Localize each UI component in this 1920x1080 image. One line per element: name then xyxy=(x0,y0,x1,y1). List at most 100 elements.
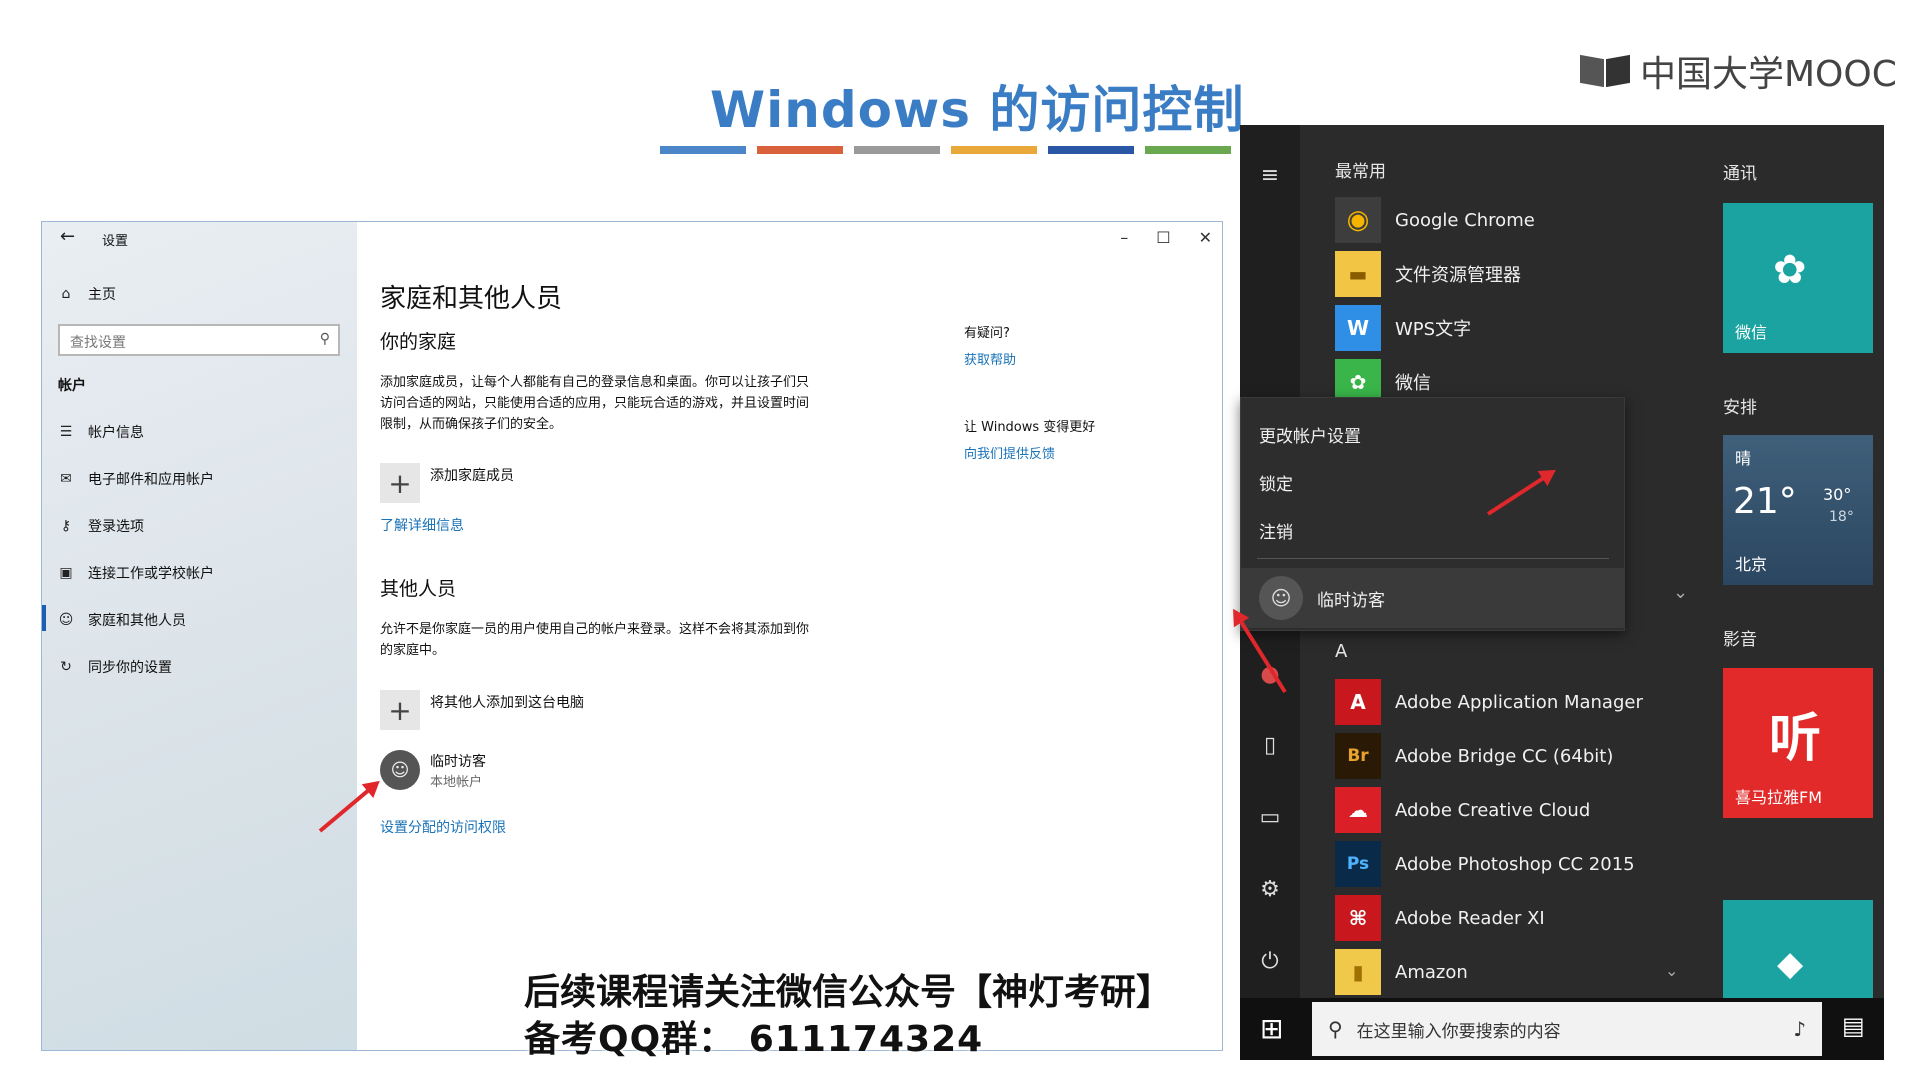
account-popup-menu: 更改帐户设置 锁定 注销 ☺ 临时访客 xyxy=(1240,397,1625,631)
app-item-wps[interactable]: W WPS文字 xyxy=(1335,303,1471,353)
mail-icon: ✉ xyxy=(60,471,72,487)
feedback-link[interactable]: 向我们提供反馈 xyxy=(964,443,1055,462)
book-logo-icon xyxy=(1580,53,1630,89)
get-help-link[interactable]: 获取帮助 xyxy=(964,349,1016,368)
app-item-file-explorer[interactable]: ▬ 文件资源管理器 xyxy=(1335,249,1521,299)
settings-window: ← 设置 ⌂ 主页 查找设置 ⚲ 帐户 ☰ 帐户信息 ✉ 电子邮件和应用帐户 ⚷… xyxy=(41,221,1223,1051)
search-placeholder: 在这里输入你要搜索的内容 xyxy=(1356,1021,1561,1042)
app-label: Adobe Creative Cloud xyxy=(1395,799,1591,821)
page-title: 家庭和其他人员 xyxy=(380,284,563,314)
learn-more-link[interactable]: 了解详细信息 xyxy=(380,515,464,535)
hamburger-icon[interactable]: ≡ xyxy=(1256,161,1284,189)
windows-start-icon[interactable]: ⊞ xyxy=(1260,1012,1283,1045)
app-item-photoshop[interactable]: Ps Adobe Photoshop CC 2015 xyxy=(1335,839,1635,889)
color-stripe-2 xyxy=(757,146,843,154)
tile-group-comm: 通讯 xyxy=(1723,164,1757,184)
active-indicator xyxy=(42,605,46,631)
document-icon[interactable]: ▯ xyxy=(1256,731,1284,759)
weather-high: 30° xyxy=(1823,485,1852,504)
weather-temp: 21° xyxy=(1733,481,1797,522)
minimize-button[interactable]: – xyxy=(1120,228,1128,247)
caption-line-2: 备考QQ群： 611174324 xyxy=(524,1019,984,1060)
assigned-access-link[interactable]: 设置分配的访问权限 xyxy=(380,817,506,837)
app-label: Adobe Photoshop CC 2015 xyxy=(1395,853,1635,875)
search-input[interactable]: 查找设置 ⚲ xyxy=(58,324,340,356)
app-item-creative-cloud[interactable]: ☁ Adobe Creative Cloud xyxy=(1335,785,1590,835)
wechat-icon: ✿ xyxy=(1773,247,1807,293)
sidebar-item-label: 家庭和其他人员 xyxy=(88,613,186,629)
app-label: 微信 xyxy=(1395,373,1431,394)
sidebar-item-work-account[interactable]: ▣ 连接工作或学校帐户 xyxy=(58,563,214,583)
pictures-icon[interactable]: ▭ xyxy=(1256,803,1284,831)
weather-low: 18° xyxy=(1829,509,1854,525)
tile-ximalaya[interactable]: 听 喜马拉雅FM xyxy=(1723,668,1873,818)
app-label: Adobe Reader XI xyxy=(1395,907,1545,929)
task-view-icon[interactable]: ▤ xyxy=(1842,1012,1865,1040)
section-label: 帐户 xyxy=(58,378,86,394)
chevron-down-icon[interactable]: ⌄ xyxy=(1665,961,1678,980)
color-stripe-3 xyxy=(854,146,940,154)
close-button[interactable]: ✕ xyxy=(1199,228,1212,247)
app-label: WPS文字 xyxy=(1395,319,1472,340)
user-entry[interactable]: ☺ 临时访客 本地帐户 xyxy=(380,750,486,790)
microphone-icon[interactable]: ♪ xyxy=(1793,1017,1806,1041)
letter-heading: A xyxy=(1335,641,1348,662)
search-icon: ⚲ xyxy=(1328,1017,1343,1041)
adobe-reader-icon: ⌘ xyxy=(1335,895,1381,941)
tile-green-app[interactable]: ◆ xyxy=(1723,900,1873,998)
tile-group-schedule: 安排 xyxy=(1723,398,1757,418)
person-icon: ☺ xyxy=(58,612,74,628)
wps-icon: W xyxy=(1335,305,1381,351)
chrome-icon: ◉ xyxy=(1335,197,1381,243)
app-item-chrome[interactable]: ◉ Google Chrome xyxy=(1335,195,1535,245)
sidebar-item-home[interactable]: ⌂ 主页 xyxy=(58,284,116,304)
user-name: 临时访客 xyxy=(430,753,486,770)
app-item-adobe-bridge[interactable]: Br Adobe Bridge CC (64bit) xyxy=(1335,731,1613,781)
tile-wechat[interactable]: ✿ 微信 xyxy=(1723,203,1873,353)
sidebar-item-account-info[interactable]: ☰ 帐户信息 xyxy=(58,422,144,442)
power-icon[interactable]: ⏻ xyxy=(1256,947,1284,975)
chevron-down-icon[interactable]: ⌄ xyxy=(1673,582,1688,603)
menu-item-change-account-settings[interactable]: 更改帐户设置 xyxy=(1259,422,1361,447)
menu-item-lock[interactable]: 锁定 xyxy=(1259,470,1293,495)
sidebar-item-sync[interactable]: ↻ 同步你的设置 xyxy=(58,657,172,677)
fm-glyph: 听 xyxy=(1769,709,1822,769)
app-item-amazon[interactable]: ▮ Amazon xyxy=(1335,947,1468,997)
maximize-button[interactable]: ☐ xyxy=(1156,228,1170,247)
photoshop-icon: Ps xyxy=(1335,841,1381,887)
tile-weather[interactable]: 晴 21° 30° 18° 北京 xyxy=(1723,435,1873,585)
menu-item-switch-account[interactable]: ☺ 临时访客 xyxy=(1241,568,1624,628)
question-heading: 有疑问? xyxy=(964,326,1010,341)
sidebar-item-sign-in[interactable]: ⚷ 登录选项 xyxy=(58,516,144,536)
sidebar-item-label: 同步你的设置 xyxy=(88,660,172,676)
plus-icon: + xyxy=(380,463,420,503)
sidebar-item-family[interactable]: ☺ 家庭和其他人员 xyxy=(58,610,186,630)
color-stripe-4 xyxy=(951,146,1037,154)
improve-heading: 让 Windows 变得更好 xyxy=(964,420,1096,435)
menu-item-sign-out[interactable]: 注销 xyxy=(1259,518,1293,543)
others-heading: 其他人员 xyxy=(380,578,457,600)
others-description: 允许不是你家庭一员的用户使用自己的帐户来登录。这样不会将其添加到你的家庭中。 xyxy=(380,622,810,658)
taskbar-search-box[interactable]: ⚲ 在这里输入你要搜索的内容 ♪ xyxy=(1312,1002,1822,1056)
window-title: 设置 xyxy=(102,234,129,249)
most-used-heading: 最常用 xyxy=(1335,162,1386,182)
back-arrow-icon[interactable]: ← xyxy=(60,226,75,247)
amazon-icon: ▮ xyxy=(1335,949,1381,995)
sidebar-item-email[interactable]: ✉ 电子邮件和应用帐户 xyxy=(58,469,214,489)
add-other-label: 将其他人添加到这台电脑 xyxy=(430,695,584,711)
search-icon: ⚲ xyxy=(319,331,330,347)
sidebar-item-label: 连接工作或学校帐户 xyxy=(88,566,214,582)
color-stripe-5 xyxy=(1048,146,1134,154)
person-card-icon: ☰ xyxy=(59,424,73,440)
plus-icon: + xyxy=(380,690,420,730)
window-controls: – ☐ ✕ xyxy=(1120,228,1212,247)
settings-gear-icon[interactable]: ⚙ xyxy=(1256,875,1284,903)
sidebar-item-label: 主页 xyxy=(88,287,116,303)
divider xyxy=(1257,558,1609,559)
add-family-label: 添加家庭成员 xyxy=(430,468,514,484)
app-item-adobe-reader[interactable]: ⌘ Adobe Reader XI xyxy=(1335,893,1545,943)
add-family-button[interactable]: + 添加家庭成员 xyxy=(380,463,514,503)
app-item-adobe-application-manager[interactable]: A Adobe Application Manager xyxy=(1335,677,1643,727)
add-other-user-button[interactable]: + 将其他人添加到这台电脑 xyxy=(380,690,584,730)
home-icon: ⌂ xyxy=(61,286,71,302)
